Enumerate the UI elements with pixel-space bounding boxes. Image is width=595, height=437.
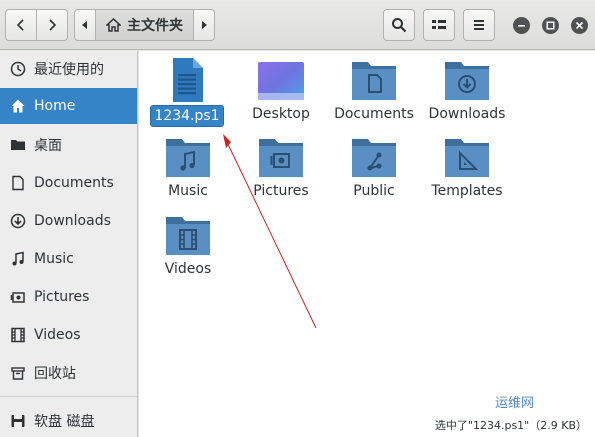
videos-folder-icon bbox=[164, 211, 212, 259]
file-name-label: Pictures bbox=[253, 183, 309, 199]
status-label: 选中了"1234.ps1"（2.9 KB） bbox=[434, 417, 587, 433]
chevron-right-icon bbox=[49, 19, 57, 31]
chevron-left-icon bbox=[16, 19, 24, 31]
view-mode-button[interactable] bbox=[423, 9, 455, 41]
file-item-1234-ps1[interactable]: 1234.ps1 bbox=[140, 56, 234, 127]
pan-right-icon bbox=[202, 21, 207, 29]
folder-item-music[interactable]: Music bbox=[141, 133, 235, 201]
search-icon bbox=[392, 18, 407, 33]
maximize-button[interactable] bbox=[542, 17, 559, 34]
sidebar-item-label: 回收站 bbox=[34, 366, 76, 382]
folder-item-desktop[interactable]: Desktop bbox=[234, 56, 328, 124]
sidebar-item-recent[interactable]: 最近使用的 bbox=[0, 51, 137, 87]
file-name-label: Templates bbox=[431, 183, 503, 199]
watermark: 运维网 bbox=[495, 396, 535, 411]
sidebar-item-downloads[interactable]: Downloads bbox=[0, 203, 137, 239]
back-button[interactable] bbox=[5, 9, 37, 41]
sidebar-item-videos[interactable]: Videos bbox=[0, 317, 137, 353]
picture-icon bbox=[10, 289, 26, 305]
sidebar-item-music[interactable]: Music bbox=[0, 241, 137, 277]
path-scroll-left-button[interactable] bbox=[74, 9, 96, 41]
sidebar-item-label: Pictures bbox=[34, 289, 90, 305]
close-button[interactable] bbox=[571, 17, 588, 34]
sidebar-item-pictures[interactable]: Pictures bbox=[0, 279, 137, 315]
templates-folder-icon bbox=[443, 133, 491, 181]
path-bar: 主文件夹 bbox=[74, 9, 215, 41]
recent-icon bbox=[10, 61, 26, 77]
home-icon bbox=[106, 18, 121, 32]
documents-folder-icon bbox=[350, 56, 398, 104]
pan-left-icon bbox=[82, 21, 87, 29]
file-name-label: Desktop bbox=[252, 106, 310, 122]
sidebar-item-label: Documents bbox=[34, 175, 114, 191]
folder-item-documents[interactable]: Documents bbox=[327, 56, 421, 124]
sidebar-item-desktop[interactable]: 桌面 bbox=[0, 127, 137, 163]
desktop-folder-icon bbox=[10, 137, 26, 153]
video-icon bbox=[10, 327, 26, 343]
forward-button[interactable] bbox=[36, 9, 68, 41]
current-folder-label: 主文件夹 bbox=[127, 18, 183, 34]
desktop-folder-icon bbox=[257, 56, 305, 104]
sidebar-item-label: Downloads bbox=[34, 213, 111, 229]
close-icon bbox=[575, 21, 584, 30]
search-button[interactable] bbox=[383, 9, 415, 41]
file-name-label: Downloads bbox=[428, 106, 506, 122]
pictures-folder-icon bbox=[257, 133, 305, 181]
path-scroll-right-button[interactable] bbox=[193, 9, 215, 41]
places-sidebar: 最近使用的 Home 桌面 Documents Downloads Music bbox=[0, 51, 138, 437]
sidebar-item-floppy[interactable]: 软盘 磁盘 bbox=[0, 403, 137, 437]
public-folder-icon bbox=[350, 133, 398, 181]
sidebar-item-label: Home bbox=[34, 98, 76, 114]
file-name-label: Music bbox=[168, 183, 208, 199]
sidebar-item-label: 最近使用的 bbox=[34, 62, 104, 78]
header-bar: 主文件夹 bbox=[0, 0, 595, 50]
floppy-icon bbox=[10, 413, 26, 429]
sidebar-item-label: 软盘 磁盘 bbox=[34, 414, 95, 430]
file-name-label: Public bbox=[353, 183, 395, 199]
sidebar-separator bbox=[0, 396, 137, 397]
minimize-icon bbox=[518, 25, 525, 27]
file-name-label: Videos bbox=[164, 261, 212, 277]
sidebar-item-trash[interactable]: 回收站 bbox=[0, 355, 137, 391]
sidebar-item-label: Music bbox=[34, 251, 74, 267]
sidebar-item-label: 桌面 bbox=[34, 138, 62, 154]
folder-item-videos[interactable]: Videos bbox=[141, 211, 235, 279]
trash-icon bbox=[10, 365, 26, 381]
folder-item-public[interactable]: Public bbox=[327, 133, 421, 201]
path-button-home[interactable]: 主文件夹 bbox=[96, 9, 193, 41]
folder-item-pictures[interactable]: Pictures bbox=[234, 133, 328, 201]
folder-item-downloads[interactable]: Downloads bbox=[420, 56, 514, 124]
minimize-button[interactable] bbox=[513, 17, 530, 34]
music-folder-icon bbox=[164, 133, 212, 181]
folder-item-templates[interactable]: Templates bbox=[420, 133, 514, 201]
maximize-icon bbox=[546, 21, 555, 30]
menu-button[interactable] bbox=[463, 9, 495, 41]
home-icon bbox=[10, 98, 26, 114]
music-icon bbox=[10, 251, 26, 267]
file-name-label: 1234.ps1 bbox=[150, 105, 224, 127]
sidebar-item-label: Videos bbox=[34, 327, 81, 343]
sidebar-item-documents[interactable]: Documents bbox=[0, 165, 137, 201]
sidebar-item-home[interactable]: Home bbox=[0, 88, 137, 124]
view-list-icon bbox=[432, 20, 446, 29]
downloads-folder-icon bbox=[443, 56, 491, 104]
text-file-icon bbox=[163, 56, 211, 104]
hamburger-menu-icon bbox=[474, 20, 484, 30]
file-view: 1234.ps1 Desktop Documents Downloads Mus… bbox=[139, 51, 595, 437]
document-icon bbox=[10, 175, 26, 191]
file-name-label: Documents bbox=[334, 106, 414, 122]
download-icon bbox=[10, 213, 26, 229]
